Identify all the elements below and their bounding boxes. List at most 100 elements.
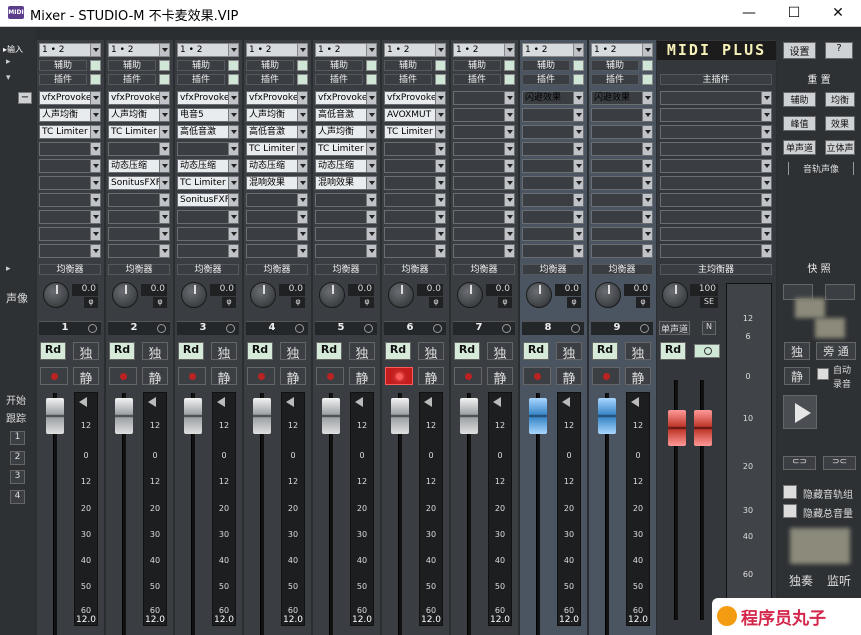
channel-6-plugin-toggle[interactable]: [435, 74, 446, 85]
phase-icon[interactable]: φ: [498, 297, 512, 308]
channel-8-plugin-slot[interactable]: [522, 210, 584, 224]
channel-4-record-button[interactable]: [247, 367, 275, 385]
channel-4-plugin-slot[interactable]: TC Limiter: [246, 142, 308, 156]
channel-7-mute-button[interactable]: 静: [487, 367, 513, 387]
minimize-icon[interactable]: —: [729, 2, 769, 24]
channel-2-plugin-slot[interactable]: [108, 227, 170, 241]
channel-8-fader[interactable]: [529, 398, 547, 434]
channel-4-plugin-slot[interactable]: 人声均衡: [246, 108, 308, 122]
channel-2-plugin-header[interactable]: 插件: [108, 74, 156, 85]
channel-5-aux-header[interactable]: 辅助: [315, 60, 363, 71]
channel-3-record-button[interactable]: [178, 367, 206, 385]
channel-5-plugin-slot[interactable]: 动态压缩: [315, 159, 377, 173]
channel-5-plugin-toggle[interactable]: [366, 74, 377, 85]
channel-1-pan-knob[interactable]: [43, 282, 69, 308]
channel-7-link-icon[interactable]: [502, 324, 511, 333]
channel-5-rd-button[interactable]: Rd: [316, 342, 342, 360]
channel-2-link-icon[interactable]: [157, 324, 166, 333]
channel-8-plugin-slot[interactable]: [522, 142, 584, 156]
channel-4-plugin-slot[interactable]: vfxProvoke: [246, 91, 308, 105]
channel-1-plugin-slot[interactable]: 人声均衡: [39, 108, 101, 122]
channel-6-fader[interactable]: [391, 398, 409, 434]
channel-3-fader[interactable]: [184, 398, 202, 434]
channel-3-plugin-header[interactable]: 插件: [177, 74, 225, 85]
channel-9-input-select[interactable]: 1 • 2: [591, 43, 653, 57]
channel-5-eq-header[interactable]: 均衡器: [315, 264, 377, 275]
reset-peak-button[interactable]: 峰值: [783, 116, 816, 131]
channel-7-record-button[interactable]: [454, 367, 482, 385]
channel-8-link-icon[interactable]: [571, 324, 580, 333]
channel-6-plugin-slot[interactable]: TC Limiter: [384, 125, 446, 139]
channel-2-pan-knob[interactable]: [112, 282, 138, 308]
channel-1-aux-toggle[interactable]: [90, 60, 101, 71]
channel-8-mute-button[interactable]: 静: [556, 367, 582, 387]
phase-icon[interactable]: φ: [153, 297, 167, 308]
channel-6-aux-header[interactable]: 辅助: [384, 60, 432, 71]
channel-6-plugin-slot[interactable]: vfxProvoke: [384, 91, 446, 105]
channel-3-plugin-slot[interactable]: [177, 244, 239, 258]
channel-9-eq-header[interactable]: 均衡器: [591, 264, 653, 275]
channel-2-plugin-slot[interactable]: [108, 193, 170, 207]
channel-9-plugin-slot[interactable]: [591, 142, 653, 156]
channel-3-rd-button[interactable]: Rd: [178, 342, 204, 360]
master-n-button[interactable]: N: [702, 321, 716, 335]
channel-5-plugin-slot[interactable]: 人声均衡: [315, 125, 377, 139]
channel-7-solo-button[interactable]: 独: [487, 342, 513, 362]
channel-4-link-icon[interactable]: [295, 324, 304, 333]
channel-7-plugin-toggle[interactable]: [504, 74, 515, 85]
channel-6-plugin-slot[interactable]: [384, 176, 446, 190]
channel-2-plugin-slot[interactable]: 动态压缩: [108, 159, 170, 173]
channel-7-fader[interactable]: [460, 398, 478, 434]
channel-6-mute-button[interactable]: 静: [418, 367, 444, 387]
channel-2-plugin-toggle[interactable]: [159, 74, 170, 85]
channel-4-plugin-header[interactable]: 插件: [246, 74, 294, 85]
channel-1-plugin-toggle[interactable]: [90, 74, 101, 85]
channel-9-plugin-slot[interactable]: [591, 193, 653, 207]
channel-9-aux-toggle[interactable]: [642, 60, 653, 71]
channel-3-pan-knob[interactable]: [181, 282, 207, 308]
reset-aux-button[interactable]: 辅助: [783, 92, 816, 107]
channel-1-plugin-slot[interactable]: [39, 159, 101, 173]
channel-4-solo-button[interactable]: 独: [280, 342, 306, 362]
channel-8-eq-header[interactable]: 均衡器: [522, 264, 584, 275]
channel-7-plugin-slot[interactable]: [453, 159, 515, 173]
master-link-toggle[interactable]: [694, 344, 720, 358]
channel-5-link-icon[interactable]: [364, 324, 373, 333]
plugin-collapse-icon[interactable]: ▾: [6, 73, 11, 83]
channel-6-rd-button[interactable]: Rd: [385, 342, 411, 360]
channel-2-aux-header[interactable]: 辅助: [108, 60, 156, 71]
channel-1-solo-button[interactable]: 独: [73, 342, 99, 362]
channel-6-pan-knob[interactable]: [388, 282, 414, 308]
channel-1-plugin-slot[interactable]: [39, 142, 101, 156]
channel-2-aux-toggle[interactable]: [159, 60, 170, 71]
channel-5-plugin-slot[interactable]: vfxProvoke: [315, 91, 377, 105]
channel-5-record-button[interactable]: [316, 367, 344, 385]
channel-6-plugin-slot[interactable]: [384, 193, 446, 207]
channel-6-record-button[interactable]: [385, 367, 413, 385]
channel-8-plugin-header[interactable]: 插件: [522, 74, 570, 85]
channel-3-plugin-slot[interactable]: [177, 227, 239, 241]
master-plugin-slot[interactable]: [660, 159, 772, 173]
channel-5-plugin-slot[interactable]: TC Limiter: [315, 142, 377, 156]
channel-2-plugin-slot[interactable]: [108, 142, 170, 156]
master-plugin-slot[interactable]: [660, 244, 772, 258]
channel-9-plugin-slot[interactable]: [591, 210, 653, 224]
help-button[interactable]: ?: [825, 42, 853, 59]
channel-1-plugin-slot[interactable]: [39, 193, 101, 207]
channel-5-plugin-header[interactable]: 插件: [315, 74, 363, 85]
channel-3-aux-toggle[interactable]: [228, 60, 239, 71]
channel-7-plugin-slot[interactable]: [453, 125, 515, 139]
channel-4-plugin-slot[interactable]: [246, 227, 308, 241]
channel-2-rd-button[interactable]: Rd: [109, 342, 135, 360]
channel-8-input-select[interactable]: 1 • 2: [522, 43, 584, 57]
channel-7-input-select[interactable]: 1 • 2: [453, 43, 515, 57]
channel-1-plugin-slot[interactable]: vfxProvoke: [39, 91, 101, 105]
channel-7-plugin-slot[interactable]: [453, 210, 515, 224]
unlink-tracks-icon[interactable]: ⊃⊂: [823, 456, 856, 470]
channel-3-plugin-slot[interactable]: 高低音激: [177, 125, 239, 139]
channel-2-plugin-slot[interactable]: 人声均衡: [108, 108, 170, 122]
channel-5-solo-button[interactable]: 独: [349, 342, 375, 362]
global-solo-button[interactable]: 独: [784, 342, 810, 360]
channel-9-rd-button[interactable]: Rd: [592, 342, 618, 360]
channel-9-plugin-header[interactable]: 插件: [591, 74, 639, 85]
